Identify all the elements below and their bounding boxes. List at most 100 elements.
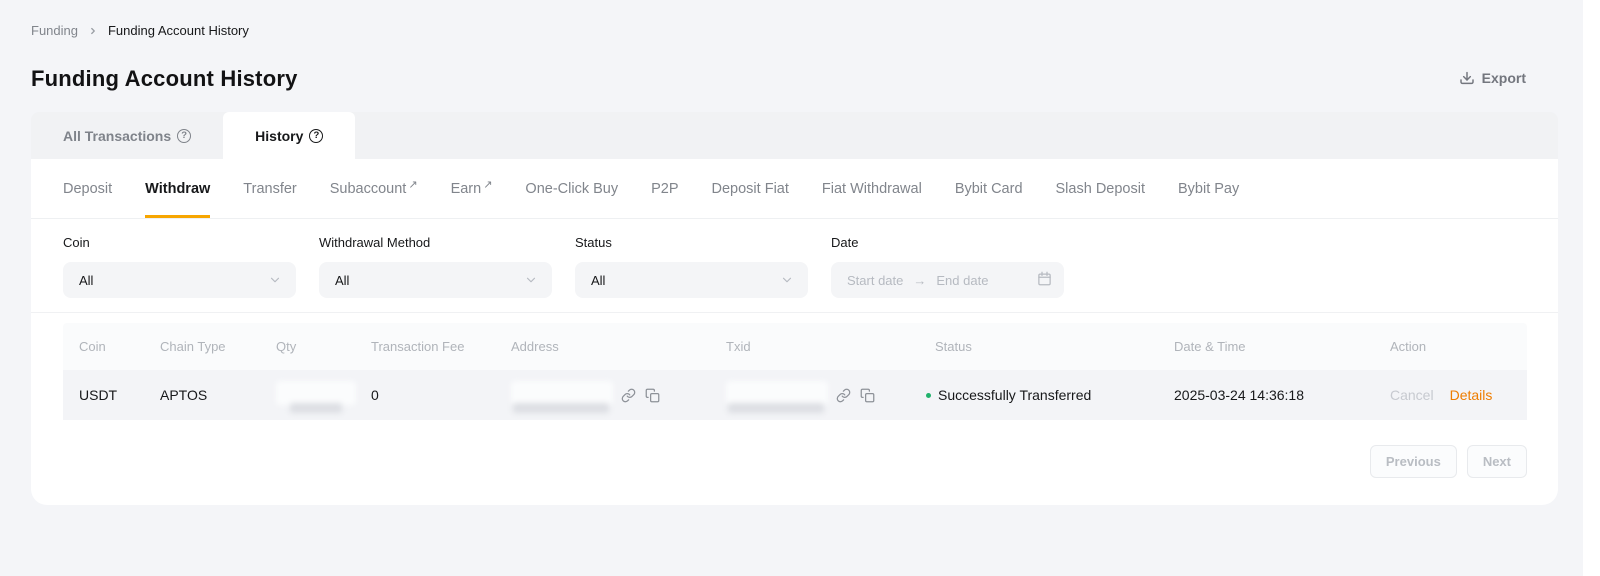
export-label: Export — [1482, 70, 1526, 86]
copy-icon[interactable] — [645, 388, 660, 403]
subtab-bybit-pay[interactable]: Bybit Pay — [1178, 159, 1239, 218]
breadcrumb: Funding Funding Account History — [31, 23, 249, 38]
copy-icon[interactable] — [860, 388, 875, 403]
subtab-label: Slash Deposit — [1056, 181, 1145, 197]
subtab-label: One-Click Buy — [525, 181, 618, 197]
cell-coin: USDT — [79, 370, 117, 420]
cell-address — [511, 370, 660, 420]
filters-bar: Coin All Withdrawal Method All Status Al… — [31, 219, 1558, 313]
coin-select[interactable]: All — [63, 262, 296, 298]
subtab-one-click-buy[interactable]: One-Click Buy — [525, 159, 618, 218]
subtab-label: Fiat Withdrawal — [822, 181, 922, 197]
date-range-picker[interactable]: Start date → End date — [831, 262, 1064, 298]
col-action: Action — [1390, 323, 1426, 370]
help-icon[interactable]: ? — [177, 129, 191, 143]
pagination: Previous Next — [31, 445, 1527, 478]
col-status: Status — [935, 323, 972, 370]
col-date-time: Date & Time — [1174, 323, 1246, 370]
tab-history-label: History — [255, 128, 303, 144]
start-date-placeholder[interactable]: Start date — [847, 273, 903, 288]
cell-chain-type: APTOS — [160, 370, 207, 420]
filter-date-label: Date — [831, 235, 1064, 250]
cell-txid — [726, 370, 875, 420]
scrollbar[interactable] — [1583, 0, 1600, 576]
cell-date-time: 2025-03-24 14:36:18 — [1174, 370, 1304, 420]
subtab-p2p[interactable]: P2P — [651, 159, 678, 218]
table-row: USDT APTOS 0 — [63, 370, 1527, 420]
status-select[interactable]: All — [575, 262, 808, 298]
details-link[interactable]: Details — [1450, 387, 1493, 403]
chevron-down-icon — [268, 273, 282, 287]
subtab-label: Deposit — [63, 181, 112, 197]
page-title: Funding Account History — [31, 66, 298, 92]
previous-button[interactable]: Previous — [1370, 445, 1457, 478]
cell-qty — [276, 370, 356, 420]
filter-withdrawal-method-label: Withdrawal Method — [319, 235, 552, 250]
col-qty: Qty — [276, 323, 296, 370]
subtab-label: Earn — [451, 181, 482, 197]
arrow-right-icon: → — [913, 273, 926, 288]
redacted-qty — [276, 377, 356, 413]
history-type-tabs: Deposit Withdraw Transfer Subaccount↗ Ea… — [31, 159, 1558, 219]
cell-transaction-fee: 0 — [371, 370, 379, 420]
status-dot-icon — [926, 393, 931, 398]
status-select-value: All — [591, 273, 605, 288]
subtab-bybit-card[interactable]: Bybit Card — [955, 159, 1023, 218]
cell-status: Successfully Transferred — [926, 370, 1091, 420]
col-transaction-fee: Transaction Fee — [371, 323, 464, 370]
breadcrumb-current: Funding Account History — [108, 23, 249, 38]
external-link-icon: ↗ — [483, 178, 492, 191]
breadcrumb-funding[interactable]: Funding — [31, 23, 78, 38]
subtab-label: Bybit Pay — [1178, 181, 1239, 197]
col-chain-type: Chain Type — [160, 323, 226, 370]
withdrawal-method-select-value: All — [335, 273, 349, 288]
end-date-placeholder[interactable]: End date — [936, 273, 1037, 288]
col-txid: Txid — [726, 323, 751, 370]
filter-coin: Coin All — [63, 235, 296, 312]
subtab-label: Subaccount — [330, 181, 407, 197]
subtab-earn[interactable]: Earn↗ — [451, 159, 493, 218]
subtab-withdraw[interactable]: Withdraw — [145, 159, 210, 218]
subtab-deposit-fiat[interactable]: Deposit Fiat — [712, 159, 789, 218]
tab-all-transactions[interactable]: All Transactions ? — [31, 112, 223, 159]
coin-select-value: All — [79, 273, 93, 288]
col-coin: Coin — [79, 323, 106, 370]
subtab-transfer[interactable]: Transfer — [243, 159, 296, 218]
filter-status: Status All — [575, 235, 808, 312]
redacted-address — [511, 377, 613, 413]
tab-history[interactable]: History ? — [223, 112, 355, 159]
subtab-fiat-withdrawal[interactable]: Fiat Withdrawal — [822, 159, 922, 218]
subtab-deposit[interactable]: Deposit — [63, 159, 112, 218]
download-icon — [1459, 70, 1475, 86]
subtab-label: Bybit Card — [955, 181, 1023, 197]
next-button[interactable]: Next — [1467, 445, 1527, 478]
cancel-link[interactable]: Cancel — [1390, 387, 1434, 403]
link-icon[interactable] — [836, 388, 851, 403]
history-card: Deposit Withdraw Transfer Subaccount↗ Ea… — [31, 159, 1558, 505]
status-text: Successfully Transferred — [938, 387, 1091, 403]
export-button[interactable]: Export — [1459, 70, 1526, 86]
redacted-txid — [726, 377, 828, 413]
withdraw-history-table: Coin Chain Type Qty Transaction Fee Addr… — [63, 323, 1527, 420]
subtab-label: Transfer — [243, 181, 296, 197]
subtab-slash-deposit[interactable]: Slash Deposit — [1056, 159, 1145, 218]
withdrawal-method-select[interactable]: All — [319, 262, 552, 298]
subtab-label: P2P — [651, 181, 678, 197]
filter-status-label: Status — [575, 235, 808, 250]
filter-withdrawal-method: Withdrawal Method All — [319, 235, 552, 312]
chevron-down-icon — [780, 273, 794, 287]
subtab-label: Deposit Fiat — [712, 181, 789, 197]
tab-all-transactions-label: All Transactions — [63, 128, 171, 144]
account-tabs: All Transactions ? History ? — [31, 112, 1558, 159]
cell-action: Cancel Details — [1390, 370, 1492, 420]
chevron-down-icon — [524, 273, 538, 287]
link-icon[interactable] — [621, 388, 636, 403]
help-icon[interactable]: ? — [309, 129, 323, 143]
chevron-right-icon — [88, 26, 98, 36]
subtab-subaccount[interactable]: Subaccount↗ — [330, 159, 418, 218]
col-address: Address — [511, 323, 559, 370]
filter-coin-label: Coin — [63, 235, 296, 250]
calendar-icon — [1037, 271, 1052, 289]
table-header-row: Coin Chain Type Qty Transaction Fee Addr… — [63, 323, 1527, 370]
external-link-icon: ↗ — [408, 178, 417, 191]
